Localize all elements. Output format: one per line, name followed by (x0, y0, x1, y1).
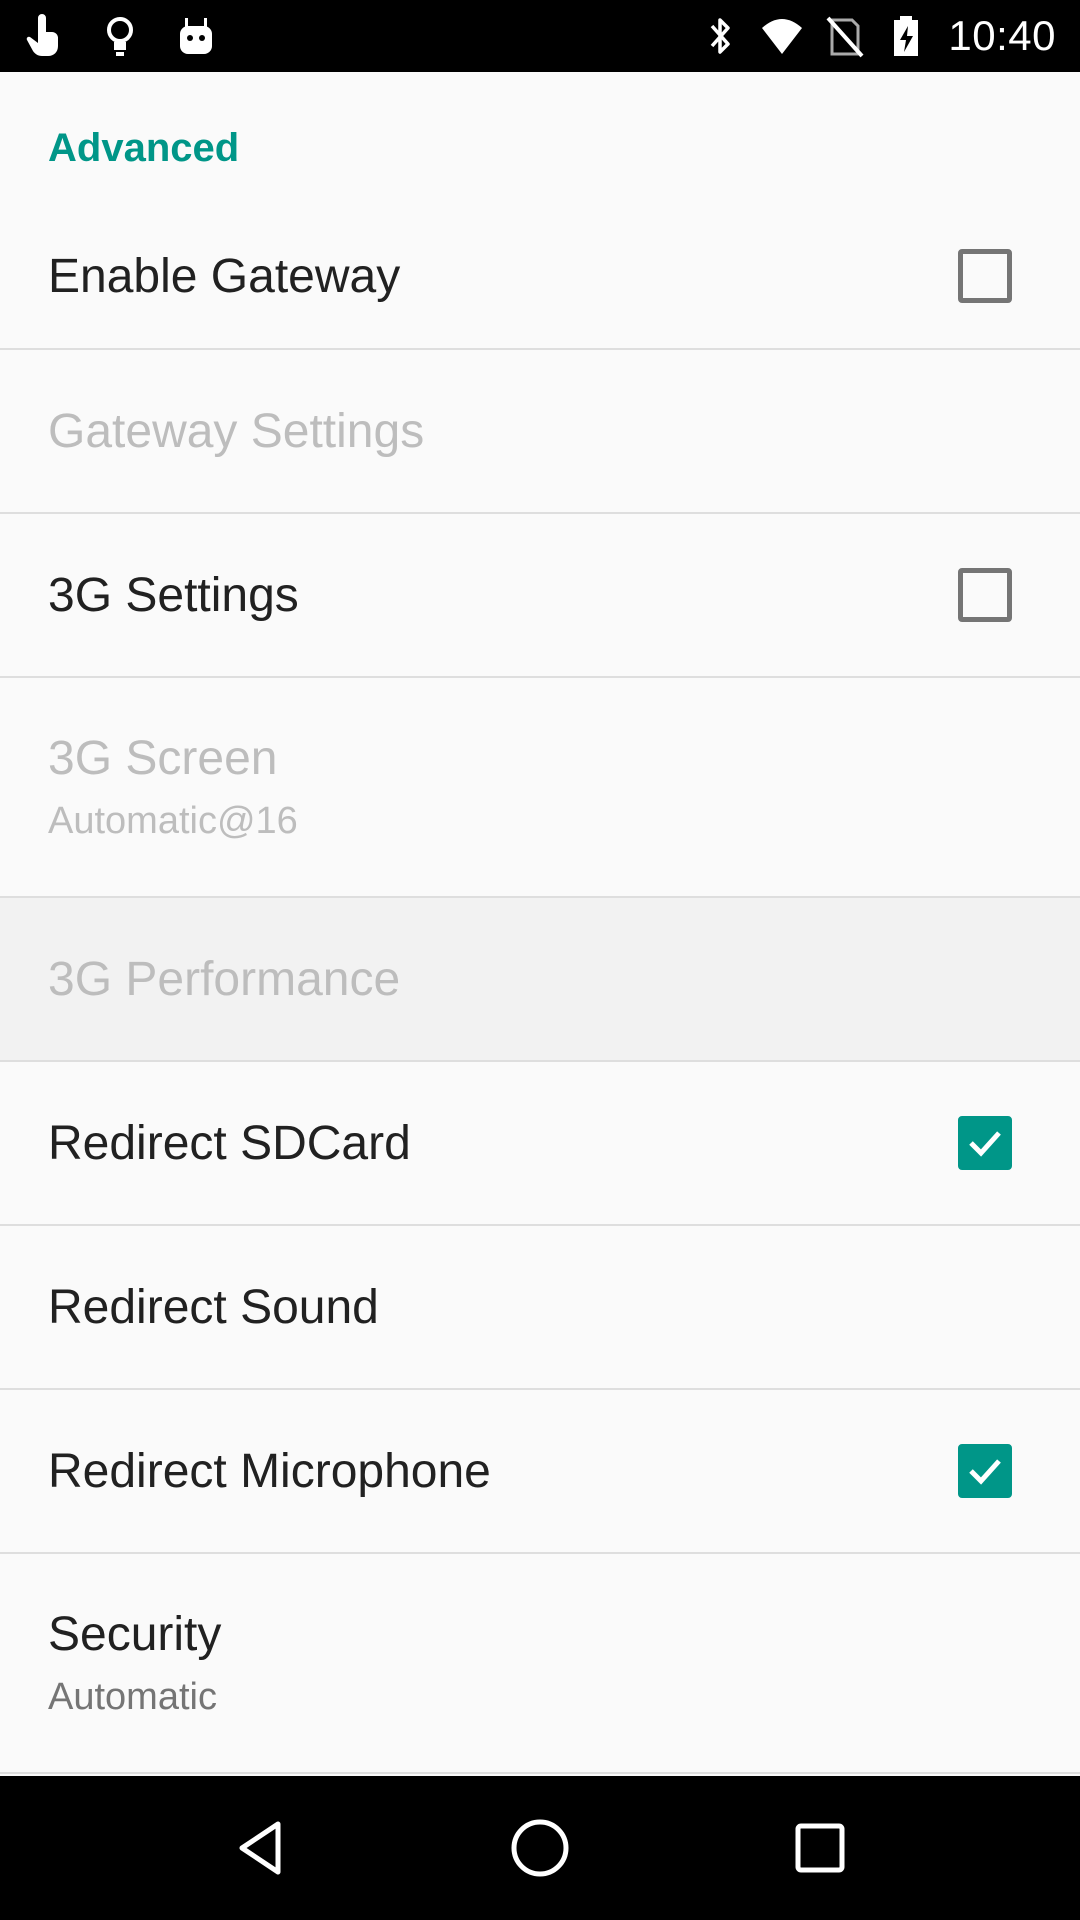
pref-summary: Automatic (48, 1676, 217, 1718)
no-sim-icon (824, 14, 864, 58)
pref-title: 3G Screen (48, 732, 278, 785)
pref-3g-settings[interactable]: 3G Settings (0, 514, 1080, 678)
pref-redirect-microphone[interactable]: Redirect Microphone (0, 1390, 1080, 1554)
pref-title: Redirect Sound (48, 1280, 379, 1334)
battery-charging-icon (886, 14, 926, 58)
android-icon (176, 14, 216, 58)
pref-title: Enable Gateway (48, 249, 401, 303)
pref-title: Redirect SDCard (48, 1116, 411, 1170)
pref-title: 3G Settings (48, 568, 299, 622)
check-icon (969, 1131, 1001, 1157)
pref-enable-gateway[interactable]: Enable Gateway (0, 204, 1080, 350)
settings-content[interactable]: Advanced Enable Gateway Gateway Settings… (0, 72, 1080, 1776)
pref-redirect-sound[interactable]: Redirect Sound (0, 1226, 1080, 1390)
pref-gateway-settings: Gateway Settings (0, 350, 1080, 514)
pref-3g-screen: 3G Screen Automatic@16 (0, 678, 1080, 898)
pref-title: Security (48, 1608, 222, 1661)
check-icon (969, 1459, 1001, 1485)
pref-3g-performance: 3G Performance (0, 898, 1080, 1062)
bluetooth-icon (700, 14, 740, 58)
back-button[interactable] (212, 1800, 308, 1896)
back-icon (239, 1821, 281, 1875)
pref-redirect-sdcard[interactable]: Redirect SDCard (0, 1062, 1080, 1226)
redirect-microphone-checkbox[interactable] (958, 1444, 1012, 1498)
pref-title: Redirect Microphone (48, 1444, 491, 1498)
clock: 10:40 (948, 12, 1056, 59)
enable-gateway-checkbox[interactable] (958, 249, 1012, 303)
pref-title: 3G Performance (48, 952, 401, 1006)
home-icon (511, 1819, 569, 1877)
wifi-icon (762, 14, 803, 58)
pref-title: Gateway Settings (48, 404, 425, 458)
pref-summary: Automatic@16 (48, 800, 298, 842)
recents-icon (795, 1823, 845, 1873)
navigation-bar (0, 1776, 1080, 1920)
hand-pointer-icon (24, 14, 64, 58)
3g-settings-checkbox[interactable] (958, 568, 1012, 622)
lightbulb-icon (100, 14, 140, 58)
pref-security[interactable]: Security Automatic (0, 1554, 1080, 1774)
home-button[interactable] (492, 1800, 588, 1896)
section-header-advanced: Advanced (48, 126, 240, 170)
status-bar: 10:40 (0, 0, 1080, 72)
recents-button[interactable] (772, 1800, 868, 1896)
redirect-sdcard-checkbox[interactable] (958, 1116, 1012, 1170)
